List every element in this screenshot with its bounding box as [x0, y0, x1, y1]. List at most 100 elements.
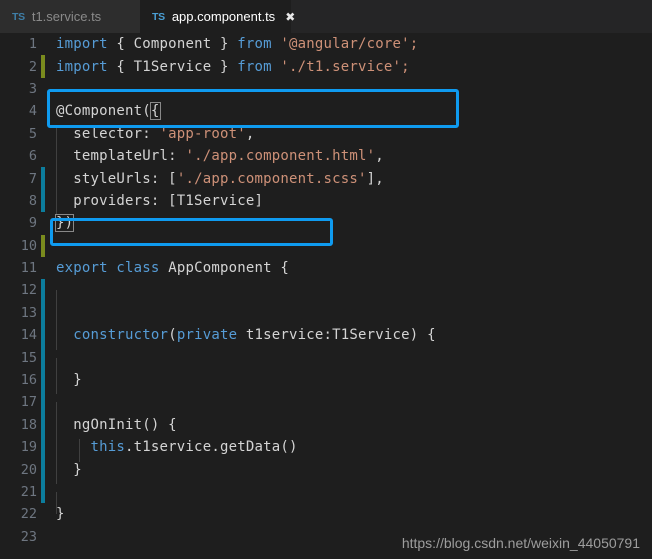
code-line: 10 [0, 234, 652, 257]
token-property: styleUrls: [ [56, 170, 177, 187]
token-punct: { [107, 58, 134, 75]
line-content: templateUrl: './app.component.html', [37, 148, 652, 171]
token-punct: } [56, 461, 82, 478]
token-function: constructor [56, 327, 169, 344]
code-line: 20 } [0, 458, 652, 484]
line-content: export class AppComponent { [37, 260, 652, 276]
typescript-file-icon: TS [152, 10, 165, 23]
line-number: 9 [28, 215, 37, 232]
line-number: 19 [20, 439, 37, 456]
code-line: 3 [0, 78, 652, 100]
token-property: providers: [T1Service] [56, 192, 264, 209]
line-content: } [37, 372, 652, 395]
tab-t1-service-ts[interactable]: TS t1.service.ts [0, 0, 140, 33]
watermark-url: https://blog.csdn.net/weixin_44050791 [401, 535, 640, 551]
code-line: 13 [0, 301, 652, 336]
gutter-change-marker-added [41, 234, 45, 257]
gutter-change-marker-modified [41, 391, 45, 414]
code-line: 21 [0, 480, 652, 515]
line-number: 8 [28, 192, 37, 209]
token-keyword: import [56, 58, 108, 75]
token-keyword: from [237, 58, 272, 75]
code-line: 18 ngOnInit() { [0, 413, 652, 440]
token-string: './t1.service'; [271, 58, 410, 75]
line-content: this.t1service.getData() [37, 439, 652, 462]
token-keyword: export [56, 260, 108, 277]
code-line: 11 export class AppComponent { [0, 257, 652, 279]
code-line: 4 @Component({ [0, 100, 652, 122]
line-number: 10 [20, 237, 37, 254]
code-line: 16 } [0, 368, 652, 395]
token-punct: ], [366, 170, 384, 187]
token-bracket-match: }) [54, 214, 75, 233]
token-keyword: from [237, 36, 272, 53]
gutter-change-marker-modified [41, 279, 45, 302]
code-editor[interactable]: 1 import { Component } from '@angular/co… [0, 33, 652, 559]
code-line: 7 styleUrls: ['./app.component.scss'], [0, 167, 652, 193]
line-number: 2 [28, 58, 37, 75]
token-punct: } [211, 36, 238, 53]
token-parameter: t1service:T1Service) { [237, 327, 436, 344]
token-identifier: Component [133, 36, 212, 53]
token-string: 'app-root' [159, 125, 246, 142]
code-line: 17 [0, 391, 652, 425]
line-number: 15 [20, 349, 37, 366]
line-content: } [37, 506, 652, 522]
line-number: 22 [20, 506, 37, 523]
token-punct: , [245, 125, 255, 142]
line-number: 3 [28, 80, 37, 97]
code-line: 5 selector: 'app-root', [0, 123, 652, 149]
token-bracket-match: { [149, 102, 161, 121]
token-keyword-this: this [90, 439, 126, 456]
tab-label: app.component.ts [171, 9, 276, 24]
token-member-call: .t1service.getData() [125, 439, 298, 456]
typescript-file-icon: TS [12, 10, 25, 23]
token-keyword: class [107, 260, 160, 277]
token-keyword: private [176, 327, 238, 344]
line-number: 1 [28, 36, 37, 53]
gutter-change-marker-modified [41, 346, 45, 369]
tab-bar-empty-area [291, 0, 652, 33]
line-number: 17 [20, 394, 37, 411]
code-line: 22 } [0, 503, 652, 525]
token-class-name: AppComponent { [159, 260, 289, 277]
tab-label: t1.service.ts [31, 9, 102, 24]
line-number: 4 [28, 103, 37, 120]
line-number: 6 [28, 148, 37, 165]
line-number: 5 [28, 125, 37, 142]
line-number: 21 [20, 484, 37, 500]
line-number: 14 [20, 327, 37, 344]
code-lines: 1 import { Component } from '@angular/co… [0, 33, 652, 548]
code-line: 12 [0, 279, 652, 313]
token-decorator: @Component( [56, 103, 151, 120]
line-number: 13 [20, 304, 37, 321]
line-content: providers: [T1Service] [37, 192, 652, 216]
line-content: } [37, 461, 652, 484]
token-punct: { [107, 36, 134, 53]
line-number: 20 [20, 461, 37, 478]
line-content: selector: 'app-root', [37, 125, 652, 149]
line-number: 12 [20, 282, 37, 299]
line-content: import { Component } from '@angular/core… [37, 36, 652, 52]
line-number: 23 [20, 528, 37, 545]
line-content: }) [37, 214, 652, 233]
line-number: 18 [20, 416, 37, 433]
tab-app-component-ts[interactable]: TS app.component.ts ✖ [140, 0, 295, 33]
line-content: ngOnInit() { [37, 416, 652, 440]
token-string: './app.component.scss' [176, 170, 367, 187]
code-line: 19 this.t1service.getData() [0, 436, 652, 462]
close-icon[interactable]: ✖ [285, 11, 295, 23]
code-line: 15 [0, 346, 652, 381]
token-punct: , [375, 148, 384, 165]
token-keyword: import [56, 36, 108, 53]
token-string: '@angular/core'; [271, 36, 419, 53]
token-identifier: T1Service [133, 58, 212, 75]
code-line: 14 constructor(private t1service:T1Servi… [0, 324, 652, 350]
line-content: styleUrls: ['./app.component.scss'], [37, 170, 652, 193]
token-punct: } [211, 58, 238, 75]
line-content: constructor(private t1service:T1Service)… [37, 327, 652, 350]
line-content: @Component({ [37, 102, 652, 121]
line-content: import { T1Service } from './t1.service'… [37, 59, 652, 75]
code-line: 2 import { T1Service } from './t1.servic… [0, 55, 652, 78]
token-property: selector: [56, 125, 160, 142]
